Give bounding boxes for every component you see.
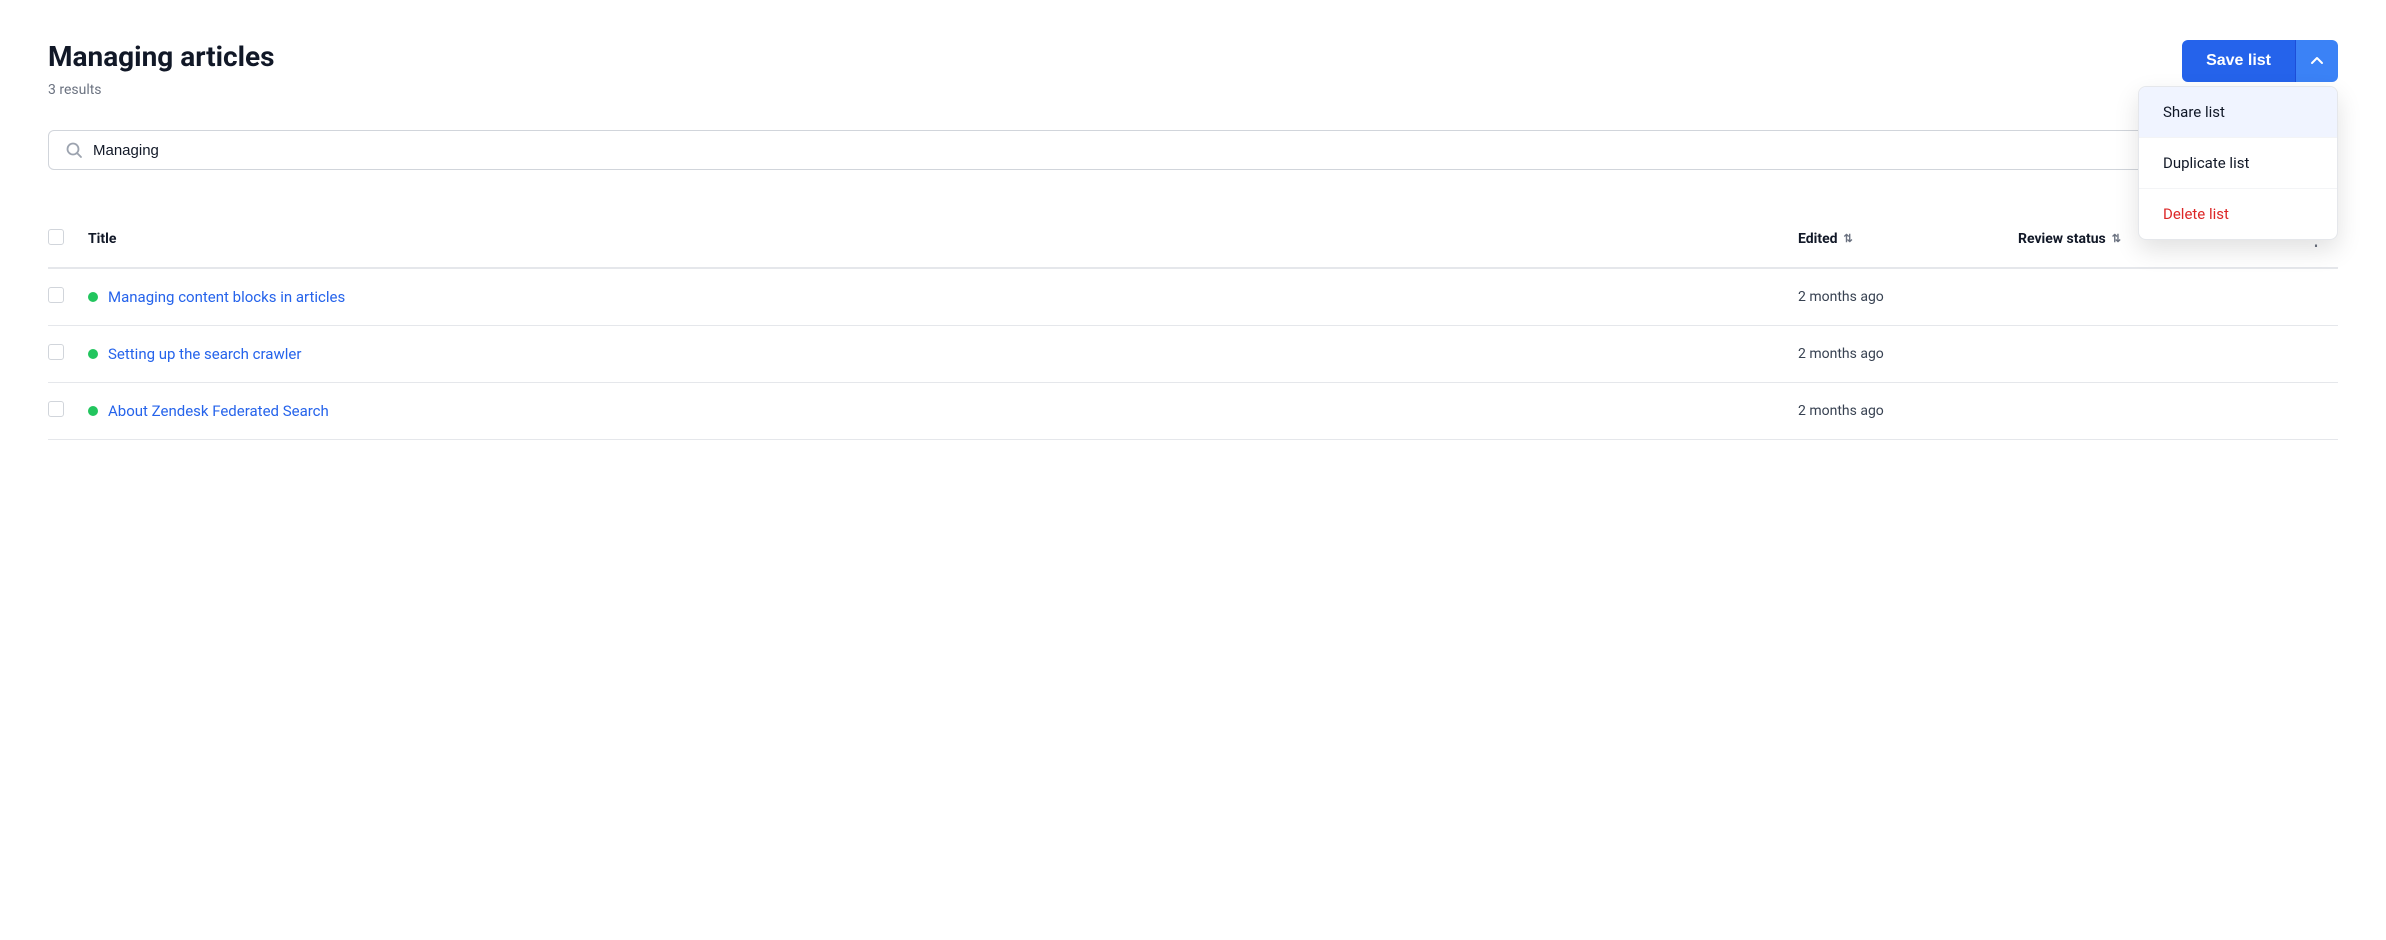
- dropdown-menu: Share list Duplicate list Delete list: [2138, 86, 2338, 240]
- search-filter-row: Filters: [48, 130, 2338, 170]
- row-3-title-cell: About Zendesk Federated Search: [88, 402, 1798, 420]
- save-list-chevron-button[interactable]: [2295, 40, 2338, 82]
- search-input[interactable]: [93, 142, 2145, 159]
- row-2-checkbox[interactable]: [48, 344, 64, 360]
- row-2-edited-cell: 2 months ago: [1798, 346, 2018, 362]
- column-edited[interactable]: Edited ⇅: [1798, 231, 2018, 247]
- row-1-title-cell: Managing content blocks in articles: [88, 288, 1798, 306]
- table-header: Title Edited ⇅ Review status ⇅ ⋮: [48, 210, 2338, 269]
- table-row: Managing content blocks in articles 2 mo…: [48, 269, 2338, 326]
- dropdown-item-delete[interactable]: Delete list: [2139, 189, 2337, 239]
- review-status-sort-icon: ⇅: [2112, 232, 2121, 245]
- row-2-article-link[interactable]: Setting up the search crawler: [108, 345, 301, 363]
- search-box: [48, 130, 2162, 170]
- header-left: Managing articles 3 results: [48, 40, 275, 98]
- dropdown-item-duplicate[interactable]: Duplicate list: [2139, 138, 2337, 189]
- row-1-checkbox-cell: [48, 287, 88, 307]
- dropdown-item-share[interactable]: Share list: [2139, 87, 2337, 138]
- header-right: Save list Share list Duplicate list Dele…: [2182, 40, 2338, 82]
- select-all-checkbox[interactable]: [48, 229, 64, 245]
- row-2-checkbox-cell: [48, 344, 88, 364]
- column-title: Title: [88, 231, 1798, 247]
- chevron-up-icon: [2310, 54, 2324, 68]
- row-2-status-dot: [88, 349, 98, 359]
- row-3-checkbox[interactable]: [48, 401, 64, 417]
- row-2-title-cell: Setting up the search crawler: [88, 345, 1798, 363]
- save-list-button[interactable]: Save list: [2182, 40, 2295, 82]
- results-count: 3 results: [48, 82, 102, 98]
- page-title: Managing articles: [48, 40, 275, 73]
- table-row: Setting up the search crawler 2 months a…: [48, 326, 2338, 383]
- row-3-checkbox-cell: [48, 401, 88, 421]
- row-1-edited-cell: 2 months ago: [1798, 289, 2018, 305]
- row-1-article-link[interactable]: Managing content blocks in articles: [108, 288, 345, 306]
- row-3-article-link[interactable]: About Zendesk Federated Search: [108, 402, 329, 420]
- row-1-checkbox[interactable]: [48, 287, 64, 303]
- table-container: Title Edited ⇅ Review status ⇅ ⋮ Managin…: [48, 210, 2338, 440]
- row-3-status-dot: [88, 406, 98, 416]
- page-header: Managing articles 3 results Save list Sh…: [48, 40, 2338, 98]
- row-3-edited-cell: 2 months ago: [1798, 403, 2018, 419]
- row-1-status-dot: [88, 292, 98, 302]
- header-checkbox-cell: [48, 229, 88, 249]
- save-list-btn-group: Save list: [2182, 40, 2338, 82]
- table-row: About Zendesk Federated Search 2 months …: [48, 383, 2338, 440]
- edited-sort-icon: ⇅: [1844, 232, 1853, 245]
- search-icon: [65, 141, 83, 159]
